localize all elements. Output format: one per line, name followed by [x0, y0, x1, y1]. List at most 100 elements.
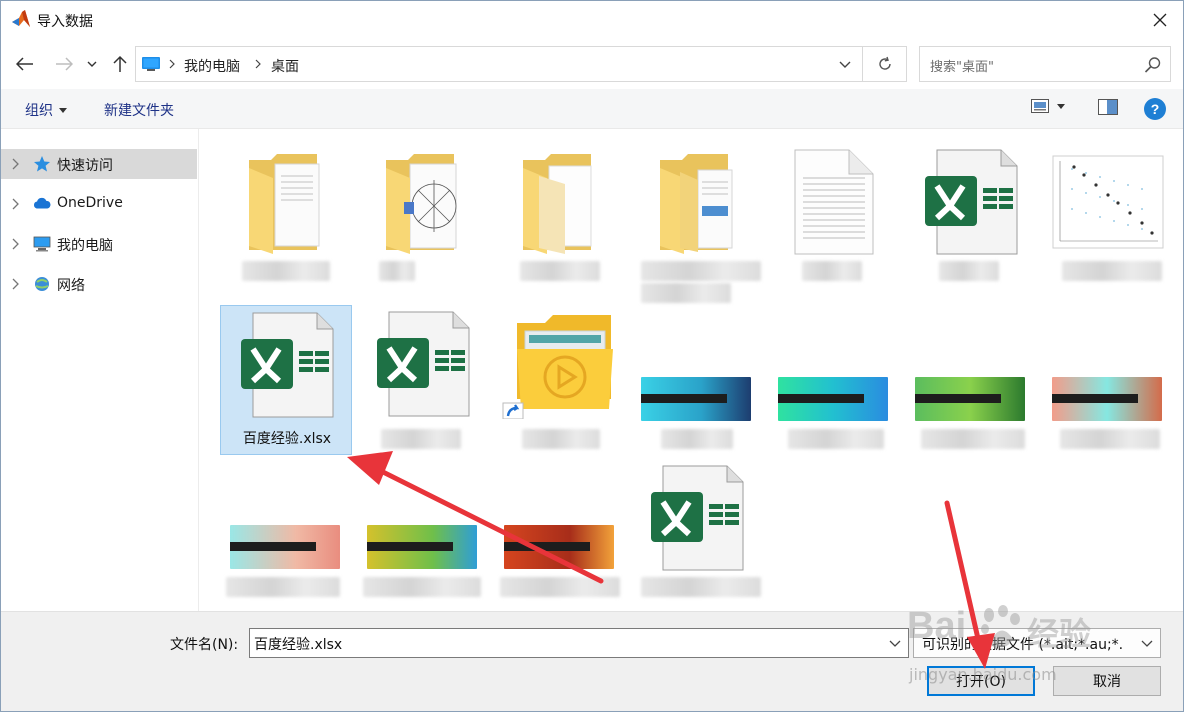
- sidebar-item-label: 我的电脑: [57, 238, 113, 254]
- filename-label: 文件名(N):: [170, 637, 239, 653]
- search-icon: [1144, 57, 1161, 73]
- back-button[interactable]: [12, 51, 38, 77]
- file-list: 百度经验.xlsx: [200, 129, 1183, 611]
- excel-file-icon: [925, 149, 1018, 255]
- shortcut-folder-item[interactable]: [494, 305, 626, 455]
- import-data-dialog: 导入数据 我的电脑 桌面 搜索"桌面" 组织 新建文件夹 ? 快速访问 OneD…: [0, 0, 1184, 712]
- sidebar-item-quick-access[interactable]: 快速访问: [1, 149, 197, 179]
- navigation-bar: 我的电脑 桌面 搜索"桌面": [1, 41, 1183, 87]
- folder-item[interactable]: [357, 143, 489, 293]
- folder-icon: [660, 154, 733, 254]
- sidebar-item-onedrive[interactable]: OneDrive: [1, 189, 197, 219]
- blurred-filename: [500, 577, 620, 597]
- banner-thumbnail: [504, 525, 614, 569]
- image-file-item[interactable]: [1042, 305, 1174, 455]
- view-thumbnails-icon: [1031, 99, 1049, 113]
- image-file-item[interactable]: [768, 305, 900, 455]
- image-file-item[interactable]: [905, 305, 1037, 455]
- blurred-filename: [379, 261, 415, 281]
- folder-item[interactable]: [631, 143, 763, 303]
- excel-file-icon: [651, 465, 744, 571]
- computer-icon: [33, 236, 51, 252]
- forward-button[interactable]: [51, 51, 77, 77]
- excel-file-item[interactable]: [357, 305, 489, 455]
- watermark-brand-suffix: 经验: [1027, 615, 1092, 653]
- image-file-item[interactable]: [494, 459, 626, 609]
- matlab-logo-icon: [12, 10, 30, 27]
- banner-thumbnail: [367, 525, 477, 569]
- arrow-up-icon: [113, 55, 127, 72]
- search-input[interactable]: 搜索"桌面": [919, 46, 1171, 82]
- excel-file-item[interactable]: [631, 459, 763, 609]
- folder-icon: [523, 154, 592, 254]
- arrow-right-icon: [56, 57, 73, 71]
- blurred-filename: [522, 429, 600, 449]
- blurred-filename: [641, 261, 761, 281]
- watermark-brand: Bai: [907, 605, 967, 647]
- blurred-filename: [641, 577, 761, 597]
- text-document-icon: [794, 149, 874, 255]
- sidebar-item-network[interactable]: 网络: [1, 269, 197, 299]
- address-dropdown-button[interactable]: [836, 56, 854, 74]
- chevron-right-icon: [12, 278, 19, 290]
- folder-item[interactable]: [494, 143, 626, 293]
- blurred-filename: [381, 429, 461, 449]
- chevron-right-icon: [12, 158, 19, 170]
- refresh-button[interactable]: [863, 46, 907, 82]
- chevron-right-icon: [12, 198, 19, 210]
- command-toolbar: 组织 新建文件夹 ?: [1, 89, 1183, 129]
- image-file-item[interactable]: [631, 305, 763, 455]
- title-bar: 导入数据: [1, 1, 1183, 39]
- banner-thumbnail: [230, 525, 340, 569]
- file-name: 百度经验.xlsx: [242, 431, 332, 447]
- banner-thumbnail: [778, 377, 888, 421]
- breadcrumb-desktop[interactable]: 桌面: [271, 56, 299, 76]
- computer-icon: [142, 57, 160, 71]
- scatter-plot-thumbnail-icon: [1052, 155, 1164, 249]
- excel-file-item[interactable]: [905, 143, 1037, 293]
- blurred-filename: [921, 429, 1025, 449]
- sidebar-item-label: OneDrive: [57, 195, 123, 211]
- help-button[interactable]: ?: [1144, 98, 1166, 120]
- sidebar-item-label: 快速访问: [57, 158, 113, 174]
- caret-down-icon: [1057, 103, 1065, 109]
- address-bar[interactable]: 我的电脑 桌面: [135, 46, 863, 82]
- image-file-item[interactable]: [357, 459, 489, 609]
- blurred-filename: [788, 429, 884, 449]
- image-file-item[interactable]: [1042, 143, 1174, 293]
- blurred-filename: [641, 283, 731, 303]
- navigation-pane: 快速访问 OneDrive 我的电脑 网络: [1, 129, 199, 611]
- search-placeholder: 搜索"桌面": [930, 60, 994, 75]
- recent-locations-button[interactable]: [82, 51, 102, 77]
- text-file-item[interactable]: [768, 143, 900, 293]
- blurred-filename: [363, 577, 481, 597]
- organize-menu-button[interactable]: 组织: [25, 100, 67, 120]
- breadcrumb-my-computer[interactable]: 我的电脑: [184, 56, 240, 76]
- network-icon: [35, 277, 49, 291]
- image-file-item[interactable]: [220, 459, 352, 609]
- sidebar-item-my-computer[interactable]: 我的电脑: [1, 229, 197, 259]
- organize-label: 组织: [25, 103, 53, 119]
- refresh-icon: [878, 56, 891, 70]
- preview-pane-button[interactable]: [1098, 99, 1118, 119]
- banner-thumbnail: [1052, 377, 1162, 421]
- filename-value: 百度经验.xlsx: [254, 637, 343, 653]
- paw-logo-icon: [981, 605, 1020, 648]
- breadcrumb-separator-icon: [166, 57, 178, 71]
- chevron-down-icon: [839, 61, 851, 68]
- blurred-filename: [520, 261, 600, 281]
- folder-item[interactable]: [220, 143, 352, 293]
- up-button[interactable]: [107, 51, 133, 77]
- close-icon: [1153, 13, 1167, 27]
- new-folder-button[interactable]: 新建文件夹: [104, 100, 174, 120]
- excel-file-icon: [377, 311, 470, 417]
- filename-input[interactable]: 百度经验.xlsx: [249, 628, 909, 658]
- watermark-url: jingyan.baidu.com: [909, 665, 1057, 684]
- banner-thumbnail: [641, 377, 751, 421]
- sidebar-item-label: 网络: [57, 278, 85, 294]
- folder-icon: [386, 154, 457, 254]
- chevron-down-icon[interactable]: [888, 636, 902, 650]
- selected-excel-file-item[interactable]: 百度经验.xlsx: [220, 305, 352, 455]
- change-view-button[interactable]: [1031, 99, 1065, 113]
- close-button[interactable]: [1137, 1, 1183, 39]
